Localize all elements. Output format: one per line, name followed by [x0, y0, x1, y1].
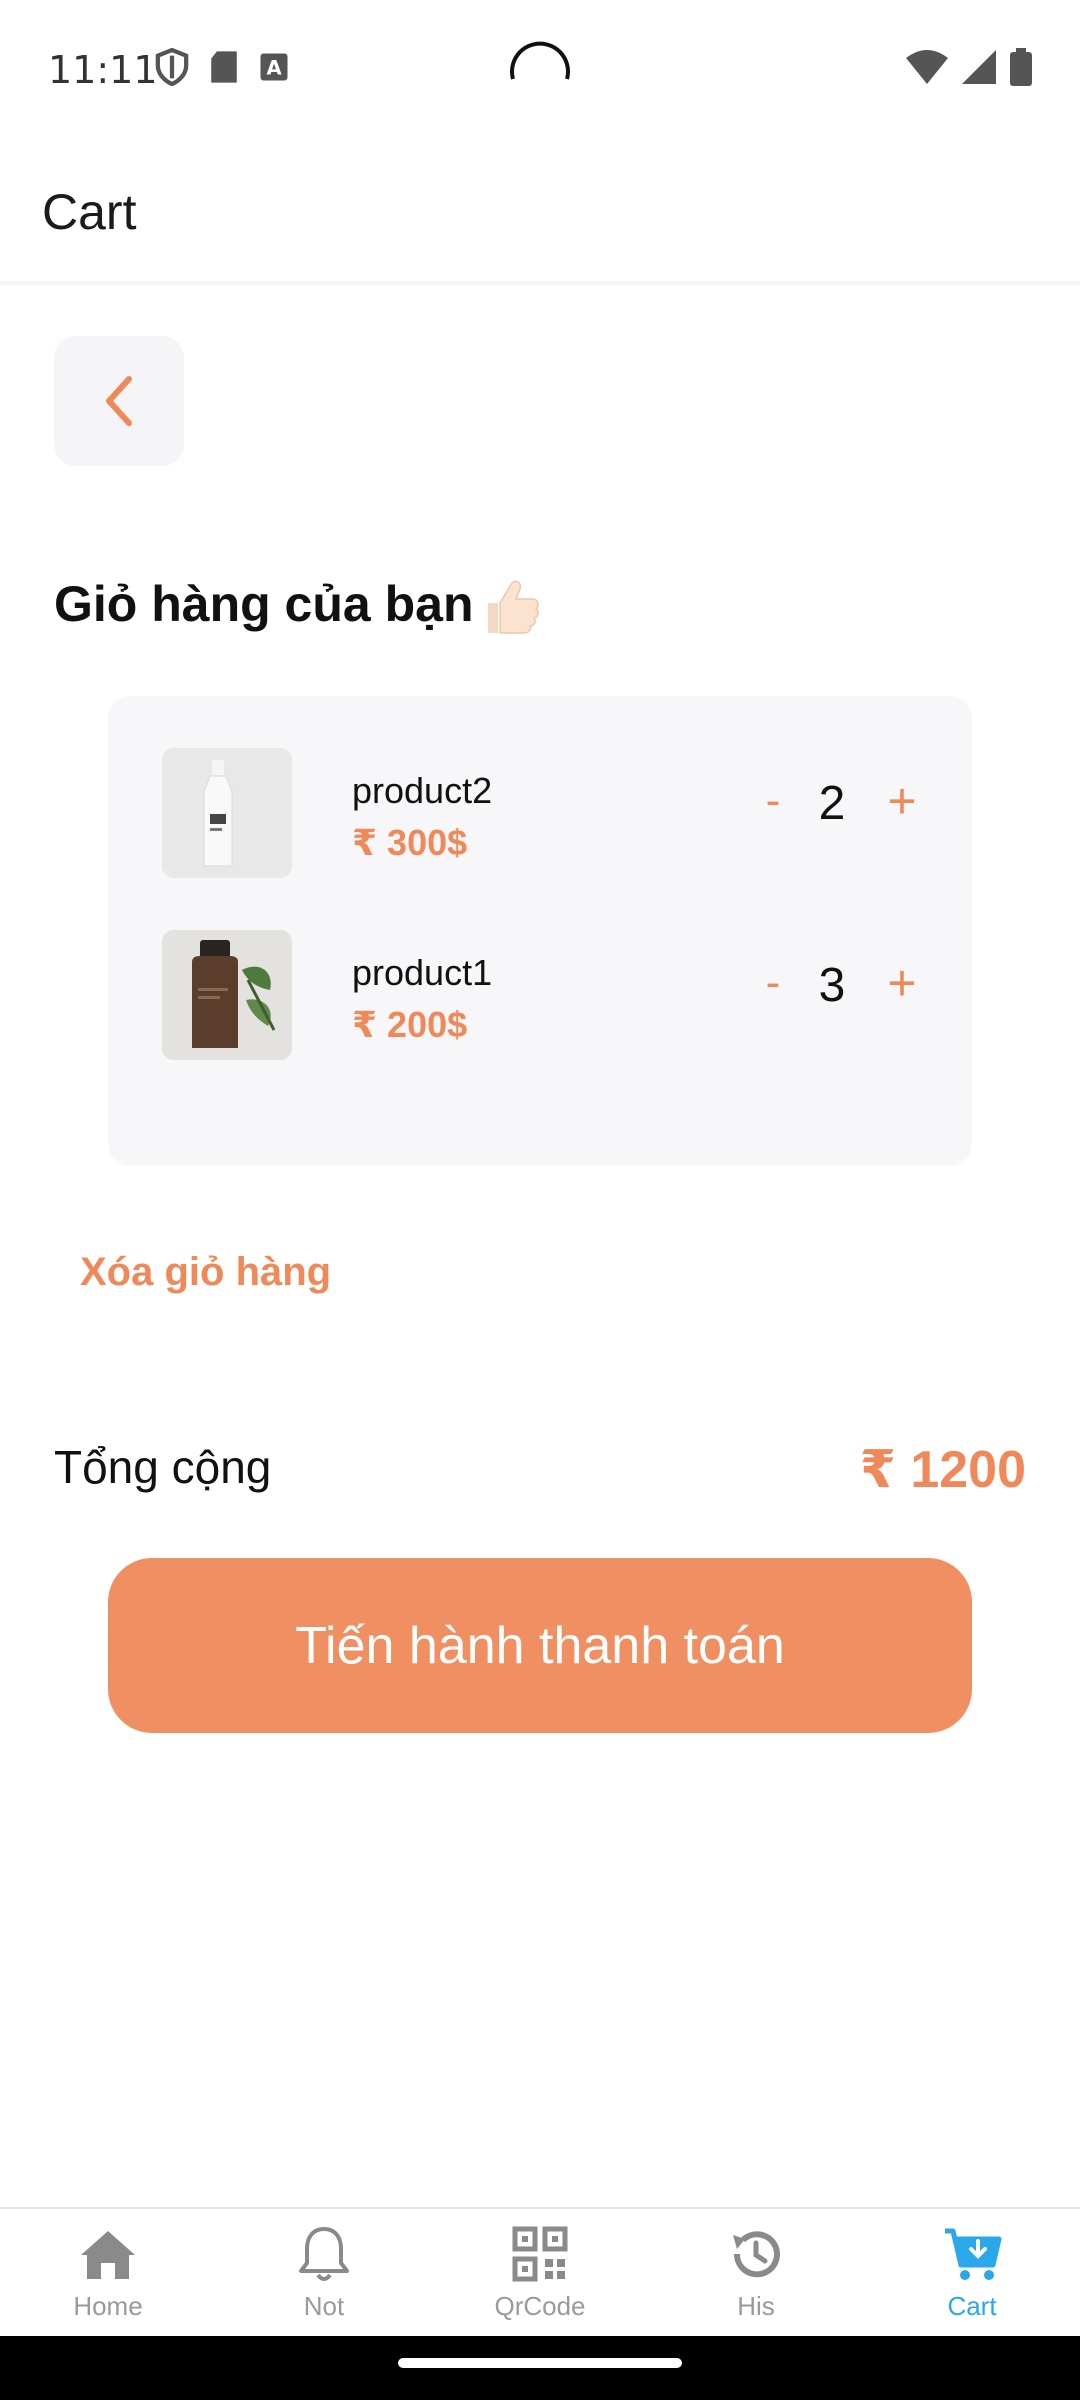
- wifi-icon: [906, 50, 948, 84]
- back-button[interactable]: [54, 336, 184, 466]
- nav-label-history: His: [737, 2291, 775, 2321]
- bottom-nav: Home Not QrCode His Cart: [0, 2207, 1080, 2335]
- status-icons-right: [906, 48, 1032, 86]
- cart-item: product1 ₹ 200$ - 3 +: [162, 930, 932, 1060]
- increase-quantity-button[interactable]: +: [882, 772, 922, 830]
- product-image: [162, 930, 292, 1060]
- history-icon: [733, 2231, 780, 2278]
- cart-items-card: product2 ₹ 300$ - 2 + product1 ₹ 200$ - …: [108, 696, 972, 1166]
- svg-text:A: A: [266, 57, 281, 80]
- product-name: product1: [352, 952, 493, 993]
- nav-label-home: Home: [73, 2291, 143, 2321]
- decrease-quantity-button[interactable]: -: [758, 958, 788, 1008]
- page-title: Cart: [42, 184, 137, 240]
- battery-icon: [1010, 48, 1032, 86]
- product-price: ₹ 300$: [352, 822, 468, 863]
- cart-heading: Giỏ hàng của bạn: [54, 576, 474, 632]
- nav-label-notifications: Not: [303, 2291, 345, 2321]
- gesture-bar: [0, 2336, 1080, 2400]
- increase-quantity-button[interactable]: +: [882, 954, 922, 1012]
- nav-item-notifications[interactable]: Not: [216, 2209, 432, 2335]
- nav-item-cart[interactable]: Cart: [864, 2209, 1080, 2335]
- status-icons-left: A: [155, 48, 289, 86]
- total-value: ₹ 1200: [859, 1441, 1026, 1499]
- qrcode-icon: [512, 2226, 568, 2282]
- bell-icon: [299, 2227, 349, 2281]
- thumbs-up-icon: [488, 580, 539, 634]
- quantity-value: 2: [818, 777, 846, 830]
- cart-icon: [945, 2228, 1002, 2280]
- loading-spinner-icon: [510, 41, 570, 80]
- total-label: Tổng cộng: [54, 1441, 272, 1493]
- cart-item: product2 ₹ 300$ - 2 +: [162, 748, 932, 878]
- nav-label-cart: Cart: [947, 2291, 997, 2321]
- product-price: ₹ 200$: [352, 1004, 468, 1045]
- nav-label-qrcode: QrCode: [494, 2291, 586, 2321]
- status-bar: 11:11 A: [0, 0, 1080, 135]
- nav-item-home[interactable]: Home: [0, 2209, 216, 2335]
- checkout-button[interactable]: Tiến hành thanh toán: [108, 1558, 972, 1733]
- gesture-handle[interactable]: [398, 2358, 682, 2368]
- decrease-quantity-button[interactable]: -: [758, 776, 788, 826]
- signal-icon: [962, 50, 996, 84]
- product-image: [162, 748, 292, 878]
- shield-icon: [155, 48, 189, 86]
- home-icon: [81, 2231, 135, 2279]
- chevron-left-icon: [106, 376, 132, 426]
- clear-cart-button[interactable]: Xóa giỏ hàng: [80, 1250, 331, 1295]
- quantity-value: 3: [818, 959, 846, 1012]
- text-icon: A: [260, 53, 288, 81]
- app-bar: Cart: [0, 135, 1080, 285]
- sd-card-icon: [211, 51, 237, 83]
- nav-item-qrcode[interactable]: QrCode: [432, 2209, 648, 2335]
- nav-item-history[interactable]: His: [648, 2209, 864, 2335]
- status-time: 11:11: [48, 48, 158, 92]
- product-name: product2: [352, 770, 493, 811]
